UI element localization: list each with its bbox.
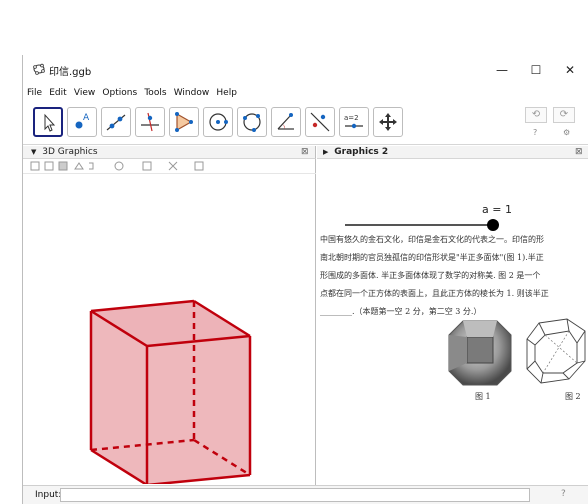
slider-icon: a=2 [344,114,363,129]
cursor-arrow-icon [44,113,56,132]
polyhedron-figure-image [526,318,586,384]
input-help-icon[interactable]: ? [561,489,566,499]
settings-gear-icon[interactable]: ⚙ [563,128,570,137]
menu-options[interactable]: Options [102,85,137,101]
input-label: Input: [35,490,62,500]
figure-2-label: 图 2 [565,392,581,401]
menu-tools[interactable]: Tools [144,85,166,101]
menu-window[interactable]: Window [174,85,210,101]
window-title: 印信.ggb [49,67,92,78]
toolbar: A a=2 ⟲ ⟳ ? ⚙ [23,103,588,145]
problem-line: 点都在同一个正方体的表面上，且此正方体的棱长为 1. 则该半正 [320,289,549,298]
geogebra-window: 印信.ggb — ☐ ✕ File Edit View Options Tool… [22,55,588,504]
collapse-triangle-icon[interactable]: ▼ [31,148,36,156]
point-tool-button[interactable]: A [67,107,97,137]
help-icon[interactable]: ? [533,128,537,137]
expand-triangle-icon[interactable]: ▶ [323,148,328,156]
3d-graphics-header: ▼ 3D Graphics ⊠ [23,146,316,159]
rotate-view-icon [89,162,94,170]
point-icon: A [75,113,90,129]
line-icon [106,114,126,131]
circle-center-icon [209,113,228,131]
svg-text:A: A [83,113,90,123]
circle-center-point-tool-button[interactable] [203,107,233,137]
cube-right-face[interactable] [147,336,250,484]
plane-icon [58,161,68,171]
home-icon [74,162,84,170]
clipping-icon [168,161,178,171]
polygon-tool-button[interactable] [169,107,199,137]
circle-three-points-icon [243,113,261,132]
menu-bar: File Edit View Options Tools Window Help [23,85,588,101]
line-tool-button[interactable] [101,107,131,137]
axes-icon [30,161,40,171]
style-bar-icons [30,161,204,171]
3d-graphics-view[interactable] [23,159,316,485]
polygon-icon [175,112,193,132]
move-arrows-icon [379,113,397,131]
slider-knob[interactable] [487,219,499,231]
projection-icon [194,161,204,171]
menu-view[interactable]: View [74,85,95,101]
seal-photo-image [448,320,512,386]
view-direction-icon [142,161,152,171]
graphics-2-view[interactable]: a = 1 中国有悠久的金石文化，印信是金石文化的代表之一。印信的形 南北朝时期… [317,159,588,485]
grid-icon [44,161,54,171]
slider-tool-button[interactable]: a=2 [339,107,369,137]
reflect-line-icon [310,112,330,132]
move-tool-button[interactable] [33,107,63,137]
undo-button[interactable]: ⟲ [525,107,547,123]
perpendicular-line-tool-button[interactable] [135,107,165,137]
cube-canvas [89,299,252,484]
reflect-tool-button[interactable] [305,107,335,137]
input-bar: Input: ? [23,485,588,504]
problem-line: 形围成的多面体. 半正多面体体现了数学的对称美. 图 2 是一个 [320,271,541,280]
minimize-button[interactable]: — [489,60,515,80]
close-panel-icon[interactable]: ⊠ [575,146,583,159]
problem-text: 中国有悠久的金石文化，印信是金石文化的代表之一。印信的形 南北朝时期的官员独孤信… [320,231,584,321]
problem-line: 南北朝时期的官员独孤信的印信形状是"半正多面体"(图 1).半正 [320,253,544,262]
maximize-button[interactable]: ☐ [523,60,549,80]
input-field[interactable] [60,488,530,502]
animate-icon [114,161,124,171]
figure-1-label: 图 1 [475,392,491,401]
angle-tool-button[interactable] [271,107,301,137]
menu-file[interactable]: File [27,85,42,101]
angle-icon [277,113,294,130]
3d-graphics-title: 3D Graphics [42,147,98,157]
geogebra-logo-icon [33,63,45,75]
3d-style-bar [23,159,316,174]
problem-line: 中国有悠久的金石文化，印信是金石文化的代表之一。印信的形 [320,235,544,244]
graphics-2-title: Graphics 2 [334,147,389,157]
menu-help[interactable]: Help [216,85,237,101]
graphics-2-header: ▶ Graphics 2 ⊠ [317,146,588,159]
move-graphics-view-tool-button[interactable] [373,107,403,137]
close-button[interactable]: ✕ [557,60,583,80]
svg-text:a=2: a=2 [344,114,359,122]
perpendicular-line-icon [141,112,159,132]
circle-three-points-tool-button[interactable] [237,107,267,137]
title-bar: 印信.ggb — ☐ ✕ [23,55,588,85]
redo-button[interactable]: ⟳ [553,107,575,123]
close-panel-icon[interactable]: ⊠ [301,146,309,159]
menu-edit[interactable]: Edit [49,85,66,101]
